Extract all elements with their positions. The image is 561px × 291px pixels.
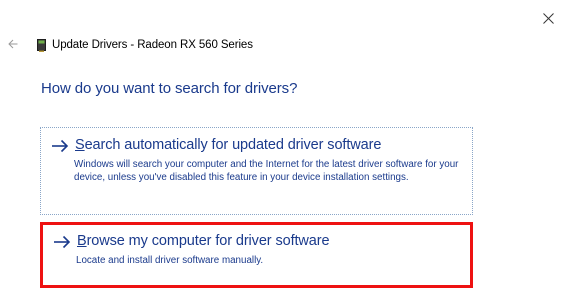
search-automatically-title[interactable]: Search automatically for updated driver … bbox=[75, 137, 381, 153]
back-button[interactable] bbox=[6, 37, 20, 51]
graphics-card-icon bbox=[37, 38, 46, 52]
browse-computer-title[interactable]: Browse my computer for driver software bbox=[77, 233, 330, 249]
close-icon bbox=[542, 12, 554, 24]
browse-computer-description: Locate and install driver software manua… bbox=[76, 255, 264, 266]
arrow-right-icon bbox=[51, 139, 71, 157]
dialog-header: Update Drivers - Radeon RX 560 Series bbox=[37, 37, 253, 53]
back-arrow-icon bbox=[8, 39, 18, 49]
dialog-title: Update Drivers - Radeon RX 560 Series bbox=[52, 39, 253, 51]
search-automatically-option[interactable]: Search automatically for updated driver … bbox=[40, 127, 473, 215]
arrow-right-icon bbox=[53, 235, 73, 253]
search-automatically-description: Windows will search your computer and th… bbox=[74, 159, 459, 183]
page-heading: How do you want to search for drivers? bbox=[41, 80, 298, 97]
close-button[interactable] bbox=[536, 6, 560, 30]
browse-computer-option[interactable]: Browse my computer for driver software L… bbox=[40, 222, 473, 288]
